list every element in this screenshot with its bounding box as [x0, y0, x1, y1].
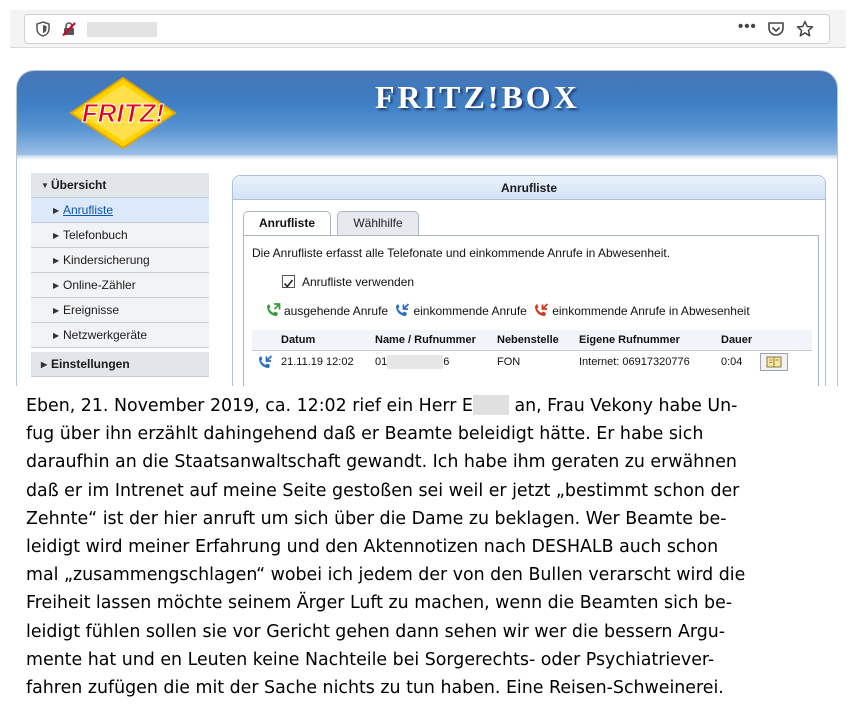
- fritzbox-header: FRITZ! FRITZ!BOX: [17, 71, 837, 155]
- col-eigene-rufnummer[interactable]: Eigene Rufnummer: [575, 330, 717, 351]
- nav-item-online-zaehler[interactable]: ▶ Online-Zähler: [31, 273, 209, 298]
- col-actions: [756, 330, 812, 351]
- call-list-description: Die Anrufliste erfasst alle Telefonate u…: [252, 246, 671, 260]
- nav-label: Netzwerkgeräte: [63, 328, 148, 342]
- story-line-start: Eben, 21. November 2019, ca. 12:02 rief …: [26, 396, 473, 416]
- table-row[interactable]: 21.11.19 12:02 01 6 FON Internet: 0691732…: [252, 350, 812, 374]
- call-list-panel: Anrufliste Anrufliste Wählhilfe Die Anru…: [232, 175, 826, 386]
- story-line: fug über ihn erzählt dahingehend daß er …: [26, 424, 704, 445]
- bookmark-star-icon[interactable]: [796, 20, 814, 38]
- tab-waehlhilfe[interactable]: Wählhilfe: [337, 211, 419, 235]
- triangle-right-icon: ▶: [53, 306, 60, 315]
- nav-item-uebersicht[interactable]: ▼ Übersicht: [31, 173, 209, 198]
- story-line: mal „zusammengschlagen“ wobei ich jedem …: [26, 565, 746, 586]
- triangle-right-icon: ▶: [53, 256, 60, 265]
- main-navigation: ▼ Übersicht ▶ Anrufliste ▶ Telefonbuch ▶ Kin…: [31, 173, 209, 386]
- nav-label: Anrufliste: [63, 203, 114, 217]
- table-header-row: Datum Name / Rufnummer Nebenstelle Eigen…: [252, 330, 812, 351]
- story-text: Eben, 21. November 2019, ca. 12:02 rief …: [26, 392, 836, 702]
- pocket-icon[interactable]: [767, 21, 785, 38]
- address-bar[interactable]: •••: [24, 14, 830, 44]
- col-name-rufnummer[interactable]: Name / Rufnummer: [371, 330, 493, 351]
- nav-label: Einstellungen: [51, 357, 130, 371]
- missed-call-icon: [535, 303, 549, 316]
- incoming-call-icon: [259, 355, 273, 368]
- nav-item-einstellungen[interactable]: ▶ Einstellungen: [31, 352, 209, 377]
- call-extension: FON: [497, 356, 521, 369]
- nav-label: Telefonbuch: [63, 228, 128, 242]
- use-call-list-checkbox[interactable]: [282, 275, 295, 288]
- story-line: daß er im Intrenet auf meine Seite gesto…: [26, 480, 740, 501]
- call-number-end: 6: [443, 356, 450, 369]
- story-line: Zehnte“ ist der hier anruft um sich über…: [26, 508, 727, 529]
- use-call-list-label: Anrufliste verwenden: [302, 275, 415, 289]
- broken-lock-icon[interactable]: [61, 21, 77, 37]
- story-line: Eben, 21. November 2019, ca. 12:02 rief …: [26, 392, 836, 420]
- legend-missed: einkommende Anrufe in Abwesenheit: [552, 303, 750, 318]
- nav-label: Online-Zähler: [63, 278, 136, 292]
- fritz-logo[interactable]: FRITZ!: [67, 77, 179, 149]
- story-line: Freiheit lassen möchte seinem Ärger Luft…: [26, 593, 733, 614]
- story-line-end: an, Frau Vekony habe Un-: [508, 396, 738, 416]
- browser-toolbar: •••: [10, 10, 846, 48]
- tab-content: Die Anrufliste erfasst alle Telefonate u…: [243, 235, 819, 386]
- tab-anrufliste[interactable]: Anrufliste: [243, 211, 331, 236]
- story-line: leidigt wird meiner Erfahrung und den Ak…: [26, 537, 719, 558]
- call-number: 01 6: [371, 350, 493, 374]
- call-duration: 0:04: [721, 356, 743, 369]
- shield-icon[interactable]: [35, 21, 51, 37]
- header-edge: [17, 155, 837, 160]
- triangle-right-icon: ▶: [53, 231, 60, 240]
- triangle-right-icon: ▶: [41, 360, 48, 369]
- nav-label: Kindersicherung: [63, 253, 150, 267]
- outgoing-call-icon: [267, 303, 281, 316]
- nav-item-kindersicherung[interactable]: ▶ Kindersicherung: [31, 248, 209, 273]
- incoming-call-icon: [396, 303, 410, 316]
- col-type: [252, 330, 277, 351]
- phonebook-icon: [766, 356, 782, 368]
- svg-text:FRITZ!: FRITZ!: [82, 98, 165, 128]
- nav-label: Ereignisse: [63, 303, 120, 317]
- url-text[interactable]: [87, 22, 157, 37]
- call-type-cell: [252, 350, 277, 374]
- story-line: mente hat und en Leuten keine Nachteile …: [26, 649, 715, 670]
- product-title: FRITZ!BOX: [375, 79, 580, 115]
- page-actions-menu[interactable]: •••: [738, 18, 757, 35]
- nav-label: Übersicht: [51, 178, 107, 192]
- fritzbox-window: FRITZ! FRITZ!BOX ▼ Übersicht ▶ Anrufliste …: [16, 70, 838, 386]
- nav-item-netzwerkgeraete[interactable]: ▶ Netzwerkgeräte: [31, 323, 209, 348]
- story-line: leidigt fühlen sollen sie vor Gericht ge…: [26, 621, 726, 642]
- story-line: fahren zufügen die mit der Sache nichts …: [26, 678, 724, 699]
- col-nebenstelle[interactable]: Nebenstelle: [493, 330, 575, 351]
- col-datum[interactable]: Datum: [277, 330, 371, 351]
- call-number-start: 01: [375, 356, 388, 369]
- call-list-table: Datum Name / Rufnummer Nebenstelle Eigen…: [252, 330, 812, 374]
- nav-item-anrufliste[interactable]: ▶ Anrufliste: [31, 198, 209, 223]
- call-type-legend: ausgehende Anrufe einkommende Anrufe ein…: [264, 302, 752, 322]
- story-line: daraufhin an die Staatsanwaltschaft gewa…: [26, 452, 737, 473]
- nav-item-telefonbuch[interactable]: ▶ Telefonbuch: [31, 223, 209, 248]
- triangle-right-icon: ▶: [53, 331, 60, 340]
- add-to-phonebook-button[interactable]: [760, 353, 789, 372]
- nav-item-ereignisse[interactable]: ▶ Ereignisse: [31, 298, 209, 323]
- checkmark-icon: [283, 279, 294, 288]
- triangle-right-icon: ▶: [53, 281, 60, 290]
- panel-title: Anrufliste: [233, 176, 825, 200]
- call-date: 21.11.19 12:02: [281, 356, 354, 369]
- triangle-down-icon: ▼: [41, 181, 49, 190]
- redacted-name: [472, 395, 509, 415]
- call-own-number: Internet: 06917320776: [579, 356, 690, 369]
- call-actions: [756, 350, 812, 374]
- legend-incoming: einkommende Anrufe: [413, 303, 527, 318]
- triangle-right-icon: ▶: [53, 206, 60, 215]
- legend-outgoing: ausgehende Anrufe: [284, 303, 389, 318]
- redacted-block: [387, 355, 444, 370]
- col-dauer[interactable]: Dauer: [717, 330, 757, 351]
